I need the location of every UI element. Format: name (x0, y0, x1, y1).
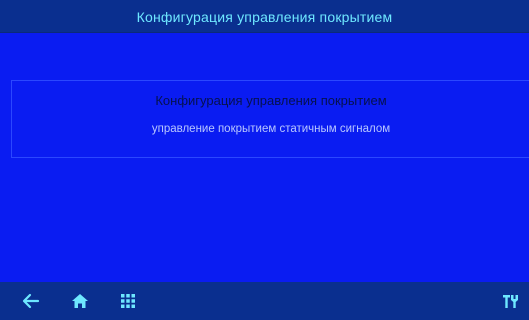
back-button[interactable] (20, 291, 42, 311)
settings-tools-button[interactable] (499, 291, 521, 311)
bottom-nav-bar (0, 282, 529, 320)
back-arrow-icon (22, 293, 40, 309)
panel-description: управление покрытием статичным сигналом (151, 123, 391, 135)
apps-menu-button[interactable] (117, 291, 139, 311)
home-button[interactable] (69, 291, 91, 311)
title-bar: Конфигурация управления покрытием (0, 0, 529, 33)
tools-icon (503, 295, 518, 308)
info-panel: Конфигурация управления покрытием управл… (11, 80, 529, 158)
home-icon (72, 294, 88, 308)
panel-heading: Конфигурация управления покрытием (155, 93, 387, 108)
screen: Конфигурация управления покрытием Конфиг… (0, 0, 529, 320)
grid-menu-icon (121, 294, 135, 308)
page-title: Конфигурация управления покрытием (136, 8, 393, 25)
